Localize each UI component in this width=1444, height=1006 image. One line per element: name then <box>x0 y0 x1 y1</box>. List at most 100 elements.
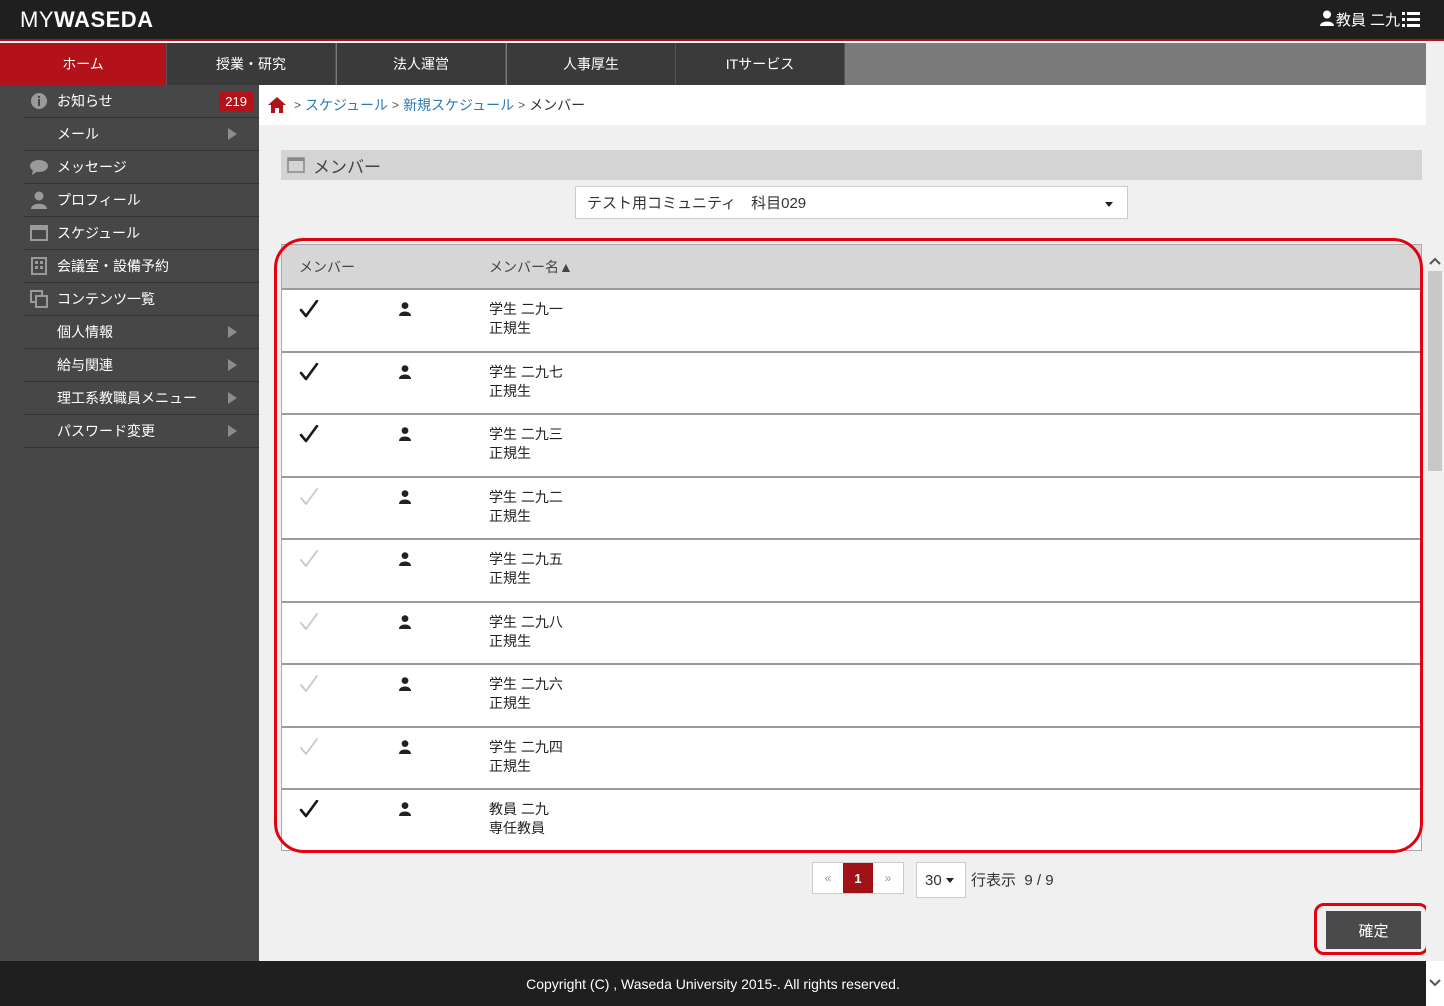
table-row[interactable]: 学生 二九五 正規生 <box>282 538 1421 600</box>
checkmark-icon[interactable] <box>299 424 319 448</box>
chevron-right-icon <box>228 392 237 404</box>
breadcrumb-schedule[interactable]: スケジュール <box>305 95 388 115</box>
sidebar-item-contents[interactable]: コンテンツ一覧 <box>23 283 259 316</box>
member-info: 学生 二九二 正規生 <box>489 488 563 526</box>
pagination: « 1 » <box>812 862 904 894</box>
tab-corporate-management[interactable]: 法人運営 <box>337 43 506 85</box>
sidebar-item-label: お知らせ <box>57 93 113 109</box>
checkmark-icon[interactable] <box>299 612 319 636</box>
checkmark-icon[interactable] <box>299 487 319 511</box>
table-row[interactable]: 学生 二九四 正規生 <box>282 725 1421 788</box>
member-type: 正規生 <box>489 445 531 461</box>
member-name: 学生 二九五 <box>489 551 563 567</box>
footer: Copyright (C) , Waseda University 2015-.… <box>0 961 1426 1006</box>
breadcrumb-separator: > <box>294 98 302 112</box>
sidebar-item-salary[interactable]: 給与関連 <box>23 349 259 382</box>
checkmark-icon[interactable] <box>299 737 319 761</box>
scroll-down-icon[interactable] <box>1426 963 1444 1003</box>
member-type: 正規生 <box>489 695 531 711</box>
table-header: メンバー メンバー名▲ <box>282 245 1421 288</box>
logo[interactable]: MYWASEDA <box>20 7 154 33</box>
tab-home[interactable]: ホーム <box>0 43 167 85</box>
member-info: 教員 二九 専任教員 <box>489 800 549 838</box>
table-row[interactable]: 教員 二九 専任教員 <box>282 788 1421 850</box>
caret-down-icon <box>1105 202 1113 207</box>
checkmark-icon[interactable] <box>299 299 319 323</box>
content-list-icon <box>21 290 57 308</box>
column-header-member-name[interactable]: メンバー名▲ <box>489 257 573 277</box>
sidebar-item-label: プロフィール <box>57 192 141 208</box>
checkmark-icon[interactable] <box>299 550 319 573</box>
sidebar-item-label: スケジュール <box>57 225 141 241</box>
tab-it-services[interactable]: ITサービス <box>676 43 845 85</box>
logo-my: MY <box>20 7 54 32</box>
table-row[interactable]: 学生 二九八 正規生 <box>282 600 1421 663</box>
checkmark-icon[interactable] <box>299 799 319 823</box>
chevron-right-icon <box>228 425 237 437</box>
sidebar-item-label: 給与関連 <box>57 357 113 373</box>
person-icon <box>399 802 411 821</box>
sidebar-item-password-change[interactable]: パスワード変更 <box>23 415 259 448</box>
prev-page-button[interactable]: « <box>813 863 843 893</box>
member-type: 専任教員 <box>489 820 545 836</box>
sidebar-item-label: パスワード変更 <box>57 423 155 439</box>
sidebar-item-label: メール <box>57 126 99 142</box>
hamburger-menu-icon[interactable] <box>1402 11 1420 27</box>
person-icon <box>399 552 411 571</box>
next-page-button[interactable]: » <box>873 863 903 893</box>
main-content: メンバー テスト用コミュニティ 科目029 メンバー メンバー名▲ 学生 二九一… <box>259 125 1426 961</box>
sidebar-item-messages[interactable]: メッセージ <box>23 151 259 184</box>
page-button-current[interactable]: 1 <box>843 863 873 893</box>
sidebar-item-label: 個人情報 <box>57 324 113 340</box>
table-row[interactable]: 学生 二九六 正規生 <box>282 663 1421 725</box>
per-page-select[interactable]: 30 <box>916 862 966 898</box>
confirm-button[interactable]: 確定 <box>1326 911 1421 949</box>
checkmark-icon[interactable] <box>299 362 319 386</box>
tab-teaching-research[interactable]: 授業・研究 <box>167 43 336 85</box>
per-page-value: 30 <box>925 871 942 889</box>
member-info: 学生 二九三 正規生 <box>489 425 563 463</box>
row-count: 9 / 9 <box>1024 872 1054 889</box>
tab-hr-welfare[interactable]: 人事厚生 <box>507 43 676 85</box>
table-row[interactable]: 学生 二九二 正規生 <box>282 475 1421 538</box>
sidebar-item-label: コンテンツ一覧 <box>57 291 155 307</box>
building-icon <box>21 257 57 275</box>
breadcrumb-separator: > <box>392 98 400 112</box>
community-select[interactable]: テスト用コミュニティ 科目029 <box>575 186 1128 219</box>
member-type: 正規生 <box>489 632 531 649</box>
member-type: 正規生 <box>489 507 531 524</box>
sidebar: お知らせ 219 メール メッセージ プロフィール スケジュール 会議室・設備予… <box>0 85 259 961</box>
sidebar-item-science-staff-menu[interactable]: 理工系教職員メニュー <box>23 382 259 415</box>
member-info: 学生 二九七 正規生 <box>489 363 563 401</box>
sidebar-item-personal-info[interactable]: 個人情報 <box>23 316 259 349</box>
breadcrumb: > スケジュール > 新規スケジュール > メンバー <box>259 85 1426 125</box>
section-title: メンバー <box>313 157 381 177</box>
scrollbar[interactable] <box>1426 41 1444 987</box>
checkmark-icon[interactable] <box>299 675 319 698</box>
column-header-member[interactable]: メンバー <box>299 257 355 277</box>
home-icon[interactable] <box>268 97 286 113</box>
scroll-thumb[interactable] <box>1428 271 1442 471</box>
table-row[interactable]: 学生 二九一 正規生 <box>282 288 1421 350</box>
sidebar-item-label: メッセージ <box>57 159 127 175</box>
chevron-right-icon <box>228 128 237 140</box>
user-icon <box>21 191 57 209</box>
copyright-text: Copyright (C) , Waseda University 2015-.… <box>526 975 900 992</box>
user-name: 教員 二九 <box>1335 12 1400 29</box>
community-select-value: テスト用コミュニティ 科目029 <box>587 195 807 212</box>
sidebar-item-mail[interactable]: メール <box>23 118 259 151</box>
sidebar-item-profile[interactable]: プロフィール <box>23 184 259 217</box>
member-info: 学生 二九四 正規生 <box>489 738 563 776</box>
sidebar-item-notices[interactable]: お知らせ 219 <box>23 85 259 118</box>
sidebar-item-schedule[interactable]: スケジュール <box>23 217 259 250</box>
person-icon <box>399 427 411 446</box>
member-name: 学生 二九八 <box>489 613 563 630</box>
person-icon <box>399 739 411 759</box>
user-menu[interactable]: 教員 二九 <box>1319 9 1400 30</box>
sidebar-item-room-booking[interactable]: 会議室・設備予約 <box>23 250 259 283</box>
chevron-right-icon <box>228 359 237 371</box>
breadcrumb-new-schedule[interactable]: 新規スケジュール <box>403 95 514 115</box>
table-row[interactable]: 学生 二九七 正規生 <box>282 350 1421 413</box>
table-row[interactable]: 学生 二九三 正規生 <box>282 413 1421 475</box>
person-icon <box>399 489 411 509</box>
